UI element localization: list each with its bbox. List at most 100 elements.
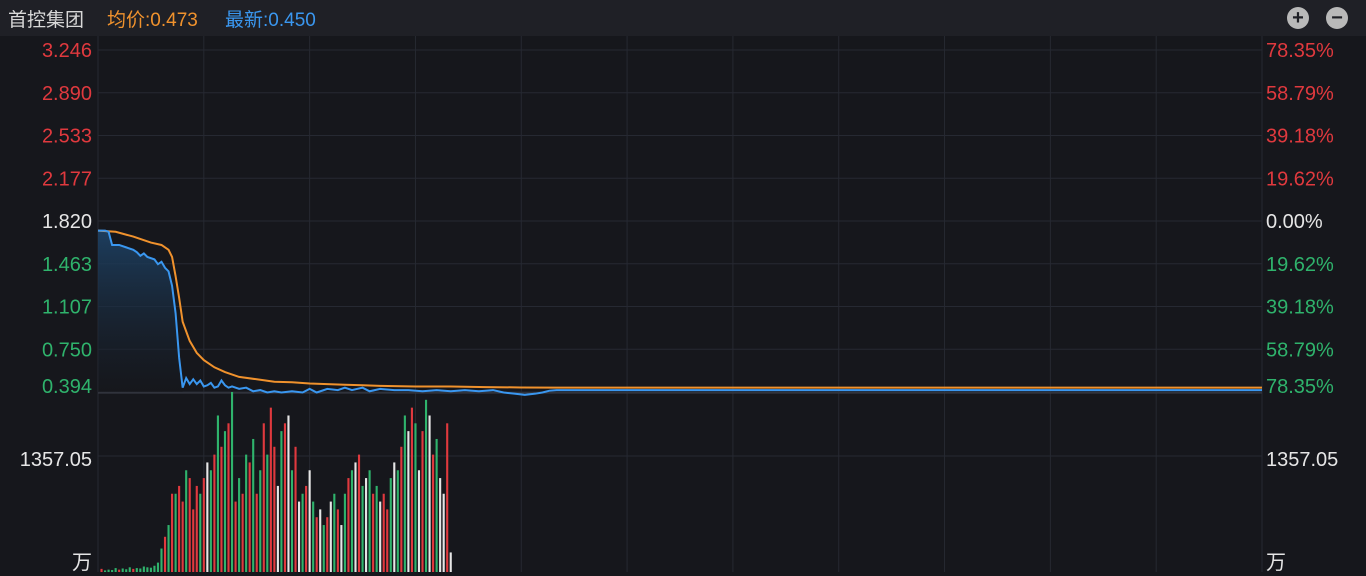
volume-bar — [199, 493, 202, 572]
volume-bar — [139, 568, 142, 572]
volume-bar — [357, 454, 361, 572]
price-tick-label: 2.177 — [42, 168, 92, 190]
price-tick-label: 1.820 — [42, 211, 92, 233]
volume-bar — [343, 493, 346, 572]
volume-bar — [301, 493, 304, 572]
volume-max-label-left: 1357.05 — [20, 449, 92, 471]
volume-bar — [142, 566, 145, 572]
volume-bar — [259, 470, 262, 572]
volume-unit-left: 万 — [72, 552, 92, 574]
volume-bar — [414, 423, 417, 572]
volume-bar — [241, 493, 244, 572]
volume-bar — [114, 568, 117, 572]
volume-bar — [174, 493, 177, 572]
intraday-chart: 3.246 78.35% 2.890 58.79% 2.533 39.18% 2.177 19… — [20, 36, 1338, 574]
volume-bar — [368, 470, 371, 572]
volume-bar — [347, 478, 350, 572]
volume-bar — [220, 446, 223, 572]
price-tick-label: 2.533 — [42, 126, 92, 148]
volume-bar — [361, 485, 364, 572]
volume-bar — [118, 569, 121, 572]
volume-bar — [209, 470, 212, 572]
volume-bar — [185, 470, 188, 572]
volume-bar — [234, 501, 237, 572]
volume-bar — [294, 446, 297, 572]
volume-bar — [407, 431, 410, 572]
volume-bar — [424, 399, 428, 572]
volume-bar — [308, 470, 311, 572]
volume-bar — [439, 478, 442, 572]
volume-bar — [400, 446, 403, 572]
volume-bar — [171, 493, 174, 572]
latest-price-label: 最新:0.450 — [225, 10, 316, 31]
volume-bar — [326, 517, 329, 572]
percent-tick-label: 19.62% — [1266, 254, 1334, 276]
volume-bar — [298, 501, 301, 572]
minus-circle-icon: − — [1331, 7, 1343, 29]
volume-bar — [322, 525, 325, 572]
volume-bar — [100, 568, 103, 572]
volume-bar — [167, 525, 170, 572]
volume-bar — [449, 552, 452, 572]
volume-bar — [305, 485, 308, 572]
average-price-label: 均价:0.473 — [107, 10, 198, 31]
chart-grid — [97, 36, 1263, 572]
price-line — [98, 229, 1262, 396]
percent-tick-label: 58.79% — [1266, 339, 1334, 361]
volume-bar — [403, 415, 406, 572]
volume-bar — [107, 569, 110, 572]
volume-bar — [372, 493, 375, 572]
zoom-in-button[interactable]: + — [1287, 7, 1309, 29]
percent-tick-label: 78.35% — [1266, 40, 1334, 62]
volume-bar — [132, 568, 135, 572]
percent-tick-label: 58.79% — [1266, 83, 1334, 105]
volume-bar — [350, 470, 354, 572]
percent-tick-label: 0.00% — [1266, 211, 1323, 233]
volume-unit-right: 万 — [1266, 552, 1286, 574]
volume-bar — [213, 454, 216, 572]
volume-bar — [389, 478, 392, 572]
volume-bar — [435, 438, 438, 572]
volume-bar — [128, 567, 131, 572]
volume-bar — [223, 431, 227, 572]
volume-bar — [354, 462, 357, 572]
average-price-line — [97, 229, 1262, 389]
price-tick-label: 1.107 — [42, 297, 92, 319]
volume-bars — [100, 392, 452, 572]
volume-bar — [230, 392, 234, 572]
volume-bar — [273, 446, 276, 572]
volume-bar — [379, 501, 382, 572]
volume-bar — [410, 407, 413, 572]
volume-bar — [319, 509, 322, 572]
volume-bar — [245, 454, 248, 572]
volume-bar — [290, 470, 294, 572]
price-tick-label: 3.246 — [42, 40, 92, 62]
volume-bar — [188, 478, 191, 572]
volume-bar — [192, 509, 195, 572]
percent-tick-label: 39.18% — [1266, 126, 1334, 148]
volume-bar — [446, 423, 449, 572]
volume-bar — [375, 485, 378, 572]
zoom-out-button[interactable]: − — [1326, 7, 1348, 29]
volume-bar — [329, 501, 332, 572]
volume-bar — [315, 517, 318, 572]
volume-bar — [238, 478, 241, 572]
volume-bar — [365, 478, 368, 572]
volume-bar — [156, 562, 160, 572]
volume-bar — [146, 567, 149, 572]
volume-bar — [262, 423, 265, 572]
volume-bar — [252, 438, 255, 572]
volume-bar — [336, 509, 339, 572]
volume-bar — [333, 493, 336, 572]
volume-bar — [216, 415, 219, 572]
volume-bar — [421, 431, 424, 572]
percent-tick-label: 39.18% — [1266, 297, 1334, 319]
volume-bar — [276, 485, 279, 572]
volume-bar — [417, 470, 421, 572]
volume-bar — [135, 568, 138, 572]
volume-bar — [283, 423, 287, 572]
volume-bar — [393, 462, 396, 572]
volume-bar — [280, 431, 283, 572]
volume-bar — [195, 485, 198, 572]
price-tick-label: 0.394 — [42, 376, 92, 398]
